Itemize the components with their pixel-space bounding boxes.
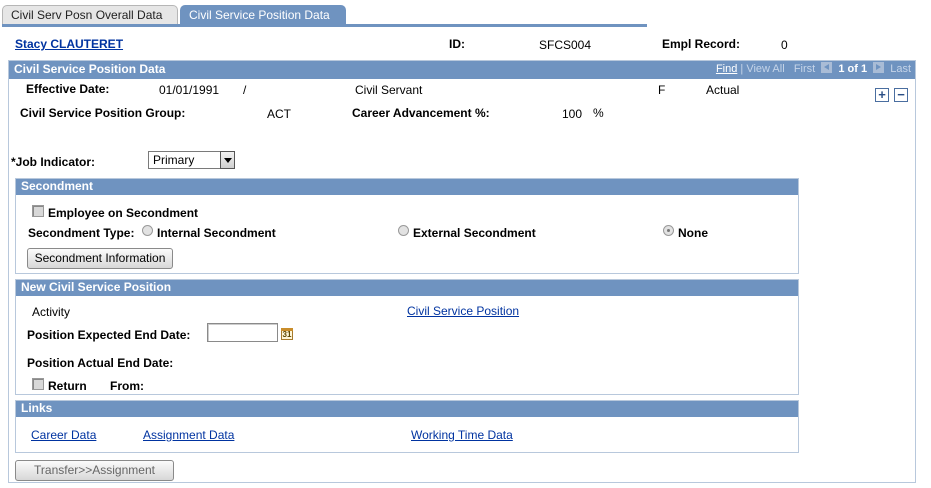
none-label: None [678,226,708,240]
career-advancement-label: Career Advancement %: [352,106,490,120]
empl-record-label: Empl Record: [662,37,741,51]
transfer-assignment-button[interactable]: Transfer>>Assignment [15,460,174,481]
job-indicator-selected: Primary [153,153,195,167]
find-link[interactable]: Find [716,63,737,75]
tab-civil-serv-posn-overall-data[interactable]: Civil Serv Posn Overall Data [2,5,178,25]
links-header: Links [16,401,798,417]
view-all-link: View All [746,63,785,75]
position-group-value: ACT [267,107,291,121]
tab-label: Civil Serv Posn Overall Data [11,8,163,22]
secondment-group: Secondment Employee on Secondment Second… [15,178,799,274]
date-separator: / [243,83,247,97]
effective-date-value: 01/01/1991 [159,83,220,97]
employee-on-secondment-checkbox[interactable] [32,205,44,217]
external-secondment-label: External Secondment [413,226,536,240]
chevron-down-icon[interactable] [220,151,235,169]
previous-arrow-icon [821,62,833,73]
internal-secondment-radio[interactable] [142,225,153,236]
from-label: From: [110,379,144,393]
last-link: Last [890,63,911,75]
add-row-icon[interactable]: + [875,88,889,102]
secondment-information-button[interactable]: Secondment Information [27,248,173,269]
civil-service-position-panel: Civil Service Position Data Find | View … [8,60,916,483]
new-civil-service-position-group: New Civil Service Position Activity Civi… [15,279,799,395]
none-radio[interactable] [663,225,674,236]
new-civil-service-position-header: New Civil Service Position [16,280,798,296]
status-text: Civil Servant [355,83,423,97]
percent-sign: % [593,106,604,120]
status-kind: Actual [706,83,740,97]
panel-title: Civil Service Position Data [14,62,166,76]
id-label: ID: [449,37,465,51]
id-value: SFCS004 [539,38,592,52]
assignment-data-link[interactable]: Assignment Data [143,428,234,442]
return-checkbox[interactable] [32,378,44,390]
external-secondment-radio[interactable] [398,225,409,236]
position-expected-end-date-input[interactable] [207,323,278,342]
civil-service-position-link[interactable]: Civil Service Position [407,304,519,318]
nav-separator: | [740,63,744,75]
secondment-type-label: Secondment Type: [28,226,135,240]
position-expected-end-date-label: Position Expected End Date: [27,328,191,342]
tab-civil-service-position-data[interactable]: Civil Service Position Data [180,5,346,25]
working-time-data-link[interactable]: Working Time Data [411,428,513,442]
job-indicator-label: *Job Indicator: [11,155,96,169]
employee-name-link[interactable]: Stacy CLAUTERET [15,37,123,51]
activity-label: Activity [32,305,71,319]
position-actual-end-date-label: Position Actual End Date: [27,356,174,370]
position-group-label: Civil Service Position Group: [20,106,186,120]
scroll-navigation: Find | View All First 1 of 1 Last [716,62,911,75]
career-advancement-value: 100 [562,107,583,121]
tab-label: Civil Service Position Data [189,8,330,22]
calendar-icon[interactable]: 31 [281,328,293,340]
internal-secondment-label: Internal Secondment [157,226,276,240]
tab-underline [2,24,647,27]
empl-record-value: 0 [781,38,788,52]
employee-on-secondment-label: Employee on Secondment [48,206,199,220]
return-label: Return [48,379,87,393]
secondment-information-label: Secondment Information [34,251,166,265]
delete-row-icon[interactable]: − [894,88,908,102]
row-count: 1 of 1 [838,63,868,75]
effective-date-label: Effective Date: [26,82,110,96]
calendar-day: 31 [282,330,292,339]
panel-header: Civil Service Position Data Find | View … [9,61,915,79]
next-arrow-icon [873,62,885,73]
transfer-assignment-label: Transfer>>Assignment [34,463,155,477]
secondment-header: Secondment [16,179,798,195]
career-data-link[interactable]: Career Data [31,428,96,442]
links-group: Links Career Data Assignment Data Workin… [15,400,799,453]
first-link: First [793,63,816,75]
job-indicator-dropdown[interactable]: Primary [148,151,235,169]
status-code: F [658,83,666,97]
